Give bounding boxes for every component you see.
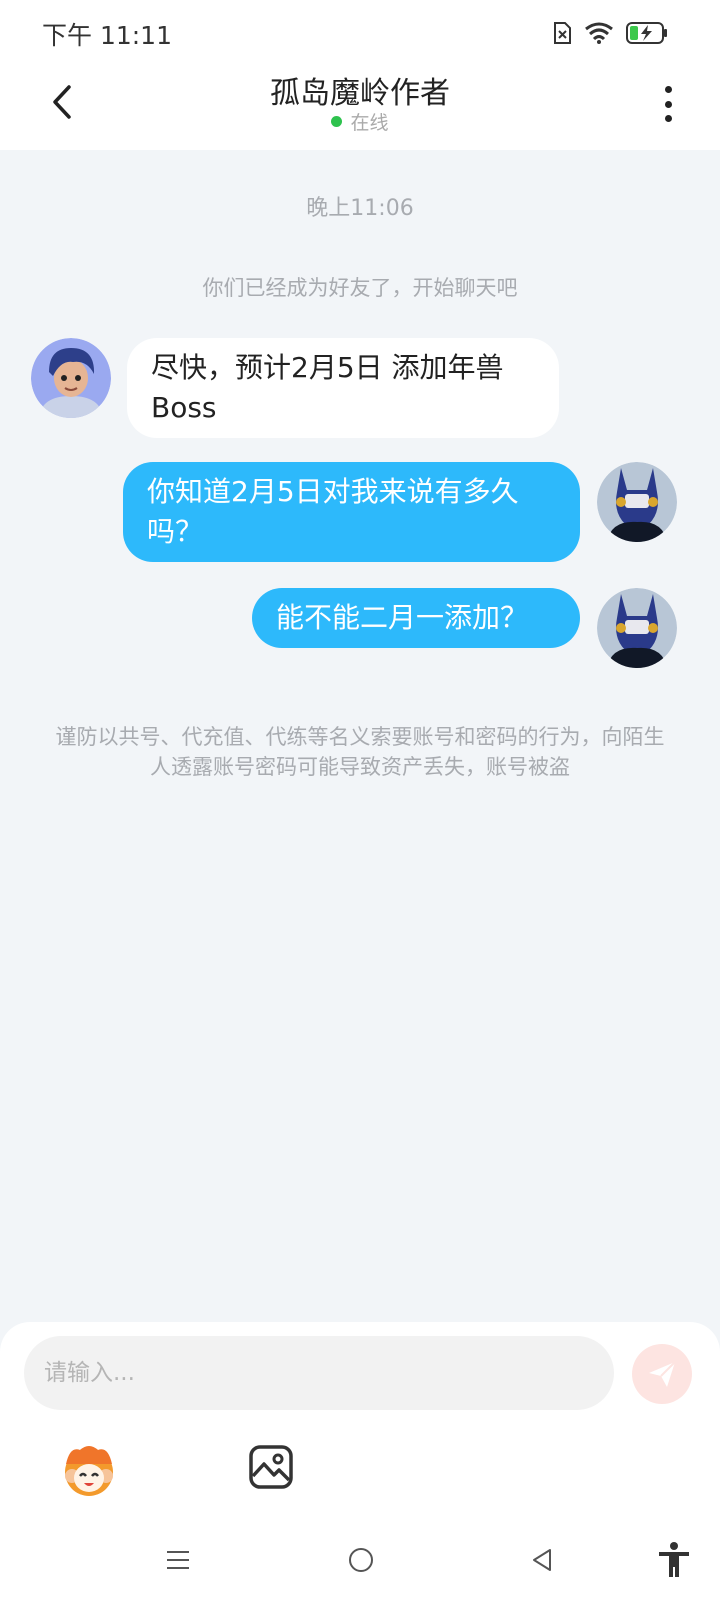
message-bubble-incoming[interactable]: 尽快，预计2月5日 添加年兽Boss	[127, 338, 559, 438]
no-sim-icon	[554, 22, 571, 44]
recent-apps-button[interactable]	[158, 1540, 198, 1580]
online-status-label: 在线	[350, 112, 389, 134]
my-avatar[interactable]	[597, 588, 677, 668]
message-timestamp: 晚上11:06	[306, 196, 414, 221]
nav-back-button[interactable]	[522, 1540, 562, 1580]
accessibility-icon	[659, 1542, 689, 1577]
back-icon	[533, 1549, 551, 1571]
accessibility-button[interactable]	[654, 1540, 694, 1580]
friend-added-note: 你们已经成为好友了，开始聊天吧	[202, 276, 518, 300]
message-text: 尽快，预计2月5日 添加年兽Boss	[151, 351, 504, 424]
system-nav-bar	[0, 1530, 720, 1600]
contact-name: 孤岛魔岭作者	[270, 76, 450, 111]
image-button[interactable]	[248, 1444, 294, 1490]
status-icons	[552, 20, 668, 46]
contact-avatar[interactable]	[31, 338, 111, 418]
battery-charging-icon	[626, 22, 667, 44]
home-icon	[349, 1548, 373, 1572]
more-options-button[interactable]	[656, 82, 680, 126]
security-warning: 谨防以共号、代充值、代练等名义索要账号和密码的行为，向陌生人透露账号密码可能导致…	[55, 725, 665, 779]
status-time: 下午 11:11	[42, 21, 172, 50]
message-text: 你知道2月5日对我来说有多久吗？	[147, 475, 519, 548]
wifi-icon	[585, 22, 613, 44]
emoji-sticker-icon	[65, 1446, 113, 1496]
online-dot-icon	[331, 116, 343, 127]
message-bubble-outgoing[interactable]: 能不能二月一添加？	[252, 588, 580, 648]
emoji-button[interactable]	[60, 1440, 118, 1498]
menu-icon	[167, 1551, 189, 1569]
message-text: 能不能二月一添加？	[276, 601, 529, 634]
image-icon	[249, 1445, 293, 1489]
more-vertical-icon	[664, 86, 672, 93]
message-input[interactable]	[24, 1336, 614, 1410]
online-status: 在线	[0, 108, 720, 135]
message-bubble-outgoing[interactable]: 你知道2月5日对我来说有多久吗？	[123, 462, 580, 562]
status-bar: 下午 11:11	[0, 0, 720, 64]
my-avatar[interactable]	[597, 462, 677, 542]
home-button[interactable]	[341, 1540, 381, 1580]
paper-plane-icon	[649, 1361, 676, 1387]
send-button[interactable]	[632, 1344, 692, 1404]
chat-header: 孤岛魔岭作者 在线	[0, 64, 720, 150]
